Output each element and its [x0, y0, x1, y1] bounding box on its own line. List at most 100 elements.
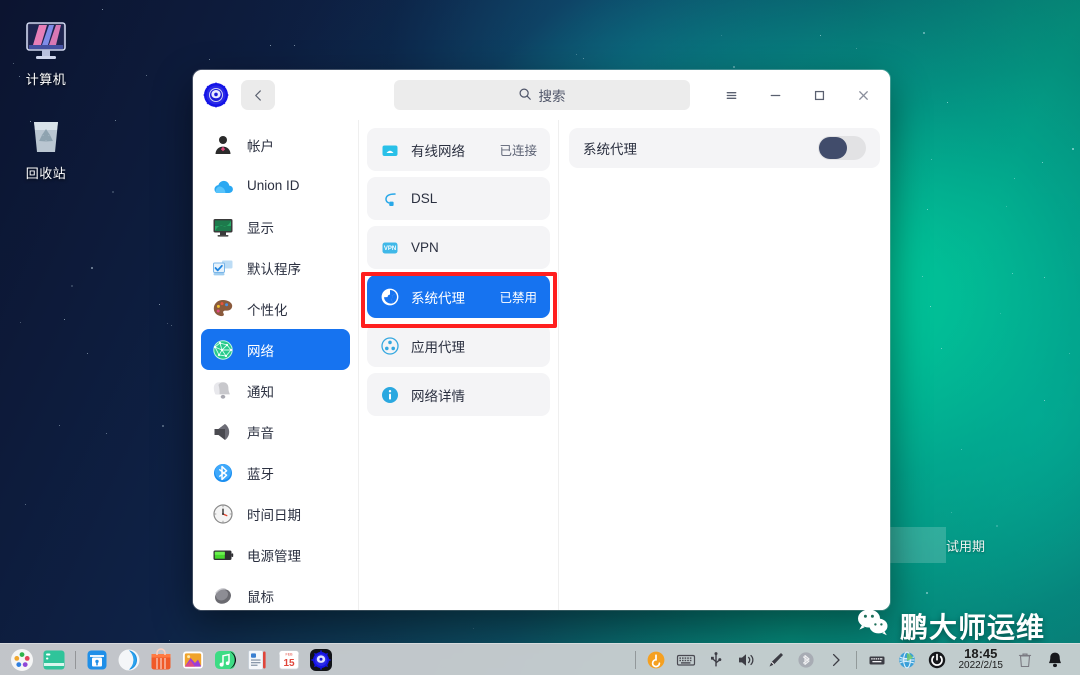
desktop-icon-recycle-bin[interactable]: 回收站	[0, 112, 92, 182]
cloud-icon	[211, 174, 235, 198]
sidebar-item-label: 帐户	[247, 138, 274, 154]
clock-date: 2022/2/15	[958, 659, 1004, 671]
back-button[interactable]	[241, 80, 275, 110]
window-controls[interactable]	[714, 79, 884, 111]
sidebar-item-personalization[interactable]: 个性化	[201, 288, 350, 329]
notification-icon	[211, 379, 235, 403]
network-tray-icon[interactable]	[897, 650, 917, 670]
datetime-icon	[211, 502, 235, 526]
vpn-icon: VPN	[380, 238, 400, 258]
settings-icon[interactable]	[309, 648, 333, 672]
sidebar-item-power[interactable]: 电源管理	[201, 534, 350, 575]
watermark-text: 鹏大师运维	[900, 611, 1046, 643]
sidebar-item-bluetooth[interactable]: 蓝牙	[201, 452, 350, 493]
network-item-status: 已禁用	[499, 291, 537, 305]
sidebar-item-account[interactable]: 帐户	[201, 124, 350, 165]
sidebar-item-label: 默认程序	[247, 261, 301, 277]
network-item-details[interactable]: 网络详情	[367, 373, 550, 416]
dsl-icon	[380, 189, 400, 209]
system-proxy-row[interactable]: 系统代理	[569, 128, 880, 168]
gallery-icon[interactable]	[181, 648, 205, 672]
pen-icon[interactable]	[766, 650, 786, 670]
personalization-icon	[211, 297, 235, 321]
desktop[interactable]: 计算机 回收站 试用期 搜索 帐户 Union ID 显示 默认程序 个性化 网…	[0, 0, 1080, 675]
music-icon[interactable]	[213, 648, 237, 672]
keyboard-icon[interactable]	[676, 650, 696, 670]
close-icon	[858, 90, 868, 100]
desktop-icon-computer[interactable]: 计算机	[0, 18, 92, 88]
trash-tray-icon[interactable]	[1015, 650, 1035, 670]
power-tray-icon[interactable]	[927, 650, 947, 670]
expand-arrow-icon[interactable]	[826, 650, 846, 670]
sidebar-item-datetime[interactable]: 时间日期	[201, 493, 350, 534]
app-proxy-icon	[380, 336, 400, 356]
network-item-label: 网络详情	[411, 388, 465, 404]
network-item-system-proxy[interactable]: 系统代理 已禁用	[367, 275, 550, 318]
search-placeholder: 搜索	[538, 89, 566, 104]
window-titlebar[interactable]: 搜索	[193, 70, 890, 120]
minimize-button[interactable]	[758, 79, 792, 111]
document-icon[interactable]	[245, 648, 269, 672]
taskbar[interactable]: FEB 15 18:45 2022/2/15	[0, 643, 1080, 675]
calendar-icon[interactable]: FEB 15	[277, 648, 301, 672]
desktop-icon-label: 回收站	[25, 166, 67, 181]
taskbar-clock[interactable]: 18:45 2022/2/15	[958, 645, 1004, 672]
network-item-label: 系统代理	[411, 290, 465, 306]
network-icon	[211, 338, 235, 362]
sidebar-item-label: 网络	[247, 343, 274, 359]
control-center-window[interactable]: 搜索 帐户 Union ID 显示 默认程序 个性化 网络 通知 声音 蓝牙 时…	[193, 70, 890, 610]
sidebar-item-union-id[interactable]: Union ID	[201, 165, 350, 206]
ubuntu-kylin-icon[interactable]	[646, 650, 666, 670]
svg-text:VPN: VPN	[384, 246, 396, 252]
system-proxy-toggle[interactable]	[818, 136, 866, 160]
network-item-app-proxy[interactable]: 应用代理	[367, 324, 550, 367]
maximize-icon	[814, 90, 824, 100]
info-icon	[380, 385, 400, 405]
launcher-icon[interactable]	[10, 648, 34, 672]
tray-separator-2	[855, 650, 857, 669]
clock-time: 18:45	[964, 645, 998, 661]
network-item-wired[interactable]: 有线网络 已连接	[367, 128, 550, 171]
app-store-icon[interactable]	[85, 648, 109, 672]
usb-icon[interactable]	[706, 650, 726, 670]
network-item-vpn[interactable]: VPN VPN	[367, 226, 550, 269]
network-item-label: 应用代理	[411, 339, 465, 355]
network-item-status: 已连接	[499, 144, 537, 158]
sidebar-item-sound[interactable]: 声音	[201, 411, 350, 452]
network-list-panel[interactable]: 有线网络 已连接 DSL VPN VPN 系统代理 已禁用 应用代理 网络详情	[359, 120, 559, 610]
recycle-bin-icon	[23, 112, 69, 158]
chevron-left-icon	[254, 89, 261, 101]
terminal-icon[interactable]	[42, 648, 66, 672]
network-item-dsl[interactable]: DSL	[367, 177, 550, 220]
software-center-icon[interactable]	[149, 647, 173, 672]
trial-block	[889, 527, 946, 563]
sidebar-item-default-apps[interactable]: 默认程序	[201, 247, 350, 288]
minimize-icon	[770, 94, 780, 96]
system-tray[interactable]: 18:45 2022/2/15	[630, 645, 1075, 672]
wechat-icon	[856, 605, 890, 646]
sidebar-item-notification[interactable]: 通知	[201, 370, 350, 411]
browser-icon[interactable]	[117, 648, 141, 672]
default-apps-icon	[211, 256, 235, 280]
maximize-button[interactable]	[802, 79, 836, 111]
svg-text:FEB: FEB	[286, 652, 294, 656]
notification-bell-icon[interactable]	[1045, 650, 1065, 670]
close-button[interactable]	[846, 79, 880, 111]
bluetooth-tray-icon[interactable]	[796, 650, 816, 670]
system-proxy-label: 系统代理	[583, 142, 637, 157]
volume-icon[interactable]	[736, 650, 756, 670]
sidebar-item-mouse[interactable]: 鼠标	[201, 575, 350, 610]
mouse-icon	[211, 584, 235, 608]
wired-network-icon	[380, 140, 400, 160]
deepin-settings-icon	[203, 82, 229, 108]
account-icon	[211, 133, 235, 157]
sidebar-item-network[interactable]: 网络	[201, 329, 350, 370]
keyboard-layout-icon[interactable]	[867, 650, 887, 670]
menu-button[interactable]	[714, 79, 748, 111]
sidebar-item-display[interactable]: 显示	[201, 206, 350, 247]
settings-sidebar[interactable]: 帐户 Union ID 显示 默认程序 个性化 网络 通知 声音 蓝牙 时间日期…	[193, 120, 359, 610]
sidebar-item-label: 显示	[247, 220, 274, 236]
toggle-knob	[819, 137, 847, 159]
search-input[interactable]: 搜索	[393, 80, 690, 110]
network-item-label: DSL	[411, 191, 438, 206]
